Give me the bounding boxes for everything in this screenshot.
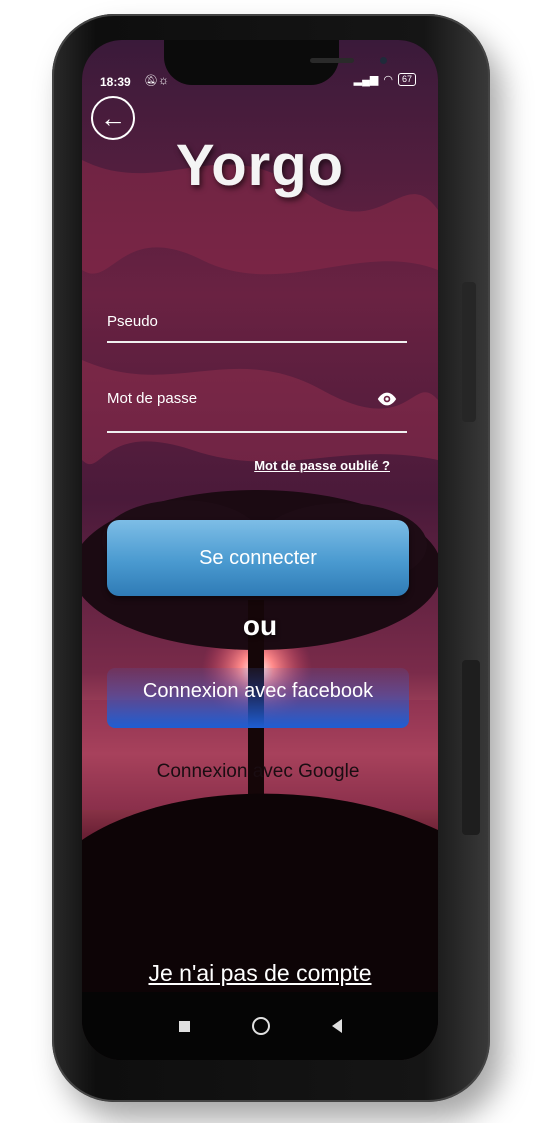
username-underline [107, 341, 407, 343]
back-triangle-icon[interactable] [331, 1019, 342, 1033]
status-time: 18:39 [100, 75, 131, 89]
mute-icon: 🔕︎ [144, 75, 158, 87]
speaker [310, 58, 354, 63]
side-button-volume [462, 660, 480, 835]
password-label: Mot de passe [107, 390, 198, 407]
arrow-left-icon: ← [100, 102, 126, 133]
status-right: ▂▄▆ ◠ 67 [354, 73, 416, 86]
home-circle-icon[interactable] [251, 1017, 270, 1035]
recents-square-icon[interactable] [178, 1020, 190, 1032]
system-navigation-bar [82, 992, 438, 1060]
facebook-login-button[interactable]: Connexion avec facebook [107, 668, 409, 728]
brightness-icon: ☼ [158, 73, 169, 87]
no-account-link[interactable]: Je n'ai pas de compte [82, 960, 438, 987]
username-label: Pseudo [107, 313, 158, 330]
side-button-power [462, 282, 476, 422]
battery-indicator: 67 [397, 73, 416, 86]
username-field[interactable]: Pseudo [107, 313, 407, 343]
front-camera [380, 57, 387, 64]
notch [164, 40, 387, 85]
wifi-icon: ◠ [383, 74, 393, 86]
app-title: Yorgo [175, 133, 345, 198]
google-login-button[interactable]: Connexion avec Google [107, 750, 409, 794]
forgot-password-link[interactable]: Mot de passe oublié ? [254, 458, 390, 473]
password-underline [107, 431, 407, 433]
signal-icon: ▂▄▆ [353, 74, 379, 86]
eye-icon[interactable] [375, 388, 399, 410]
login-screen: 18:39 🔕︎ ☼ ▂▄▆ ◠ 67 ← Yorgo Pseudo Mot d… [82, 40, 438, 1060]
separator-text: ou [242, 610, 278, 641]
password-field[interactable]: Mot de passe [107, 388, 407, 433]
login-button[interactable]: Se connecter [107, 520, 409, 596]
